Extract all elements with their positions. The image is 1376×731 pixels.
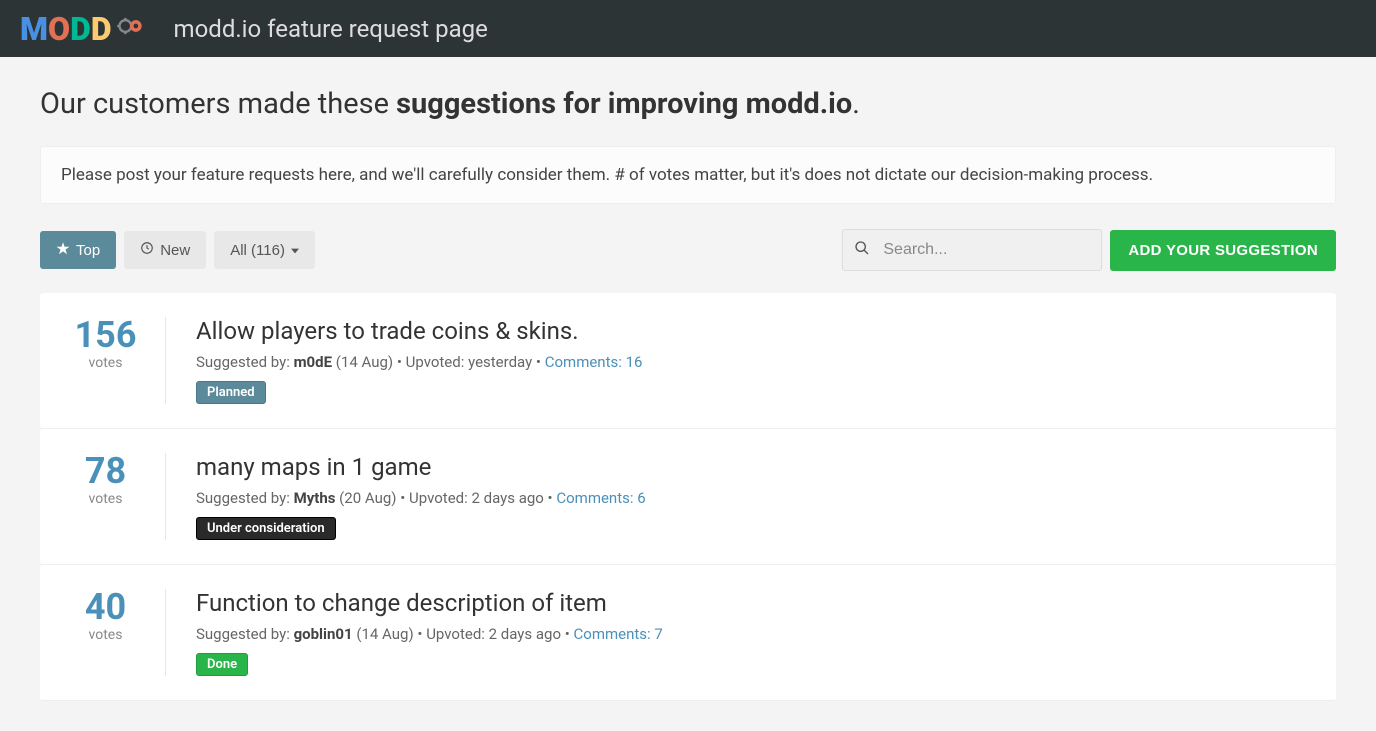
meta-sep: • — [417, 625, 426, 643]
suggestion-title[interactable]: Allow players to trade coins & skins. — [196, 317, 1310, 345]
gear-icon — [116, 10, 144, 48]
meta-comments-link[interactable]: Comments: 7 — [574, 625, 663, 643]
sort-new-button[interactable]: New — [124, 231, 206, 269]
meta-suggested-by: Suggested by: — [196, 353, 294, 371]
suggestion-body: Allow players to trade coins & skins. Su… — [196, 317, 1310, 404]
logo[interactable]: MODD — [20, 10, 144, 48]
meta-date: (14 Aug) — [332, 353, 397, 371]
suggestion-meta: Suggested by: m0dE (14 Aug) • Upvoted: y… — [196, 353, 1310, 371]
logo-letter-d1: D — [70, 10, 89, 48]
vote-count: 40 — [66, 589, 145, 625]
meta-sep: • — [565, 625, 574, 643]
description-box: Please post your feature requests here, … — [40, 146, 1336, 204]
meta-upvoted: Upvoted: 2 days ago — [426, 625, 565, 643]
headline-suffix: . — [852, 87, 860, 121]
status-badge: Planned — [196, 381, 266, 404]
suggestion-title[interactable]: many maps in 1 game — [196, 453, 1310, 481]
clock-icon — [140, 241, 154, 259]
meta-sep: • — [536, 353, 545, 371]
suggestion-title[interactable]: Function to change description of item — [196, 589, 1310, 617]
vote-count: 156 — [66, 317, 145, 353]
logo-letter-o: O — [48, 10, 68, 48]
meta-suggested-by: Suggested by: — [196, 489, 294, 507]
headline-bold: suggestions for improving modd.io — [396, 87, 852, 121]
controls-right: ADD YOUR SUGGESTION — [842, 229, 1336, 271]
vote-box[interactable]: 156 votes — [66, 317, 166, 404]
meta-author: Myths — [294, 489, 336, 507]
vote-box[interactable]: 78 votes — [66, 453, 166, 540]
search-input[interactable] — [842, 229, 1102, 271]
suggestion-card[interactable]: 78 votes many maps in 1 game Suggested b… — [40, 429, 1336, 565]
star-icon — [56, 241, 70, 259]
suggestion-card[interactable]: 40 votes Function to change description … — [40, 565, 1336, 701]
add-suggestion-button[interactable]: ADD YOUR SUGGESTION — [1110, 230, 1336, 271]
controls-left: Top New All (116) — [40, 231, 315, 269]
suggestion-list: 156 votes Allow players to trade coins &… — [40, 293, 1336, 701]
sort-top-button[interactable]: Top — [40, 231, 116, 269]
filter-all-label: All (116) — [230, 242, 285, 259]
meta-sep: • — [397, 353, 406, 371]
vote-label: votes — [66, 627, 145, 643]
meta-date: (20 Aug) — [335, 489, 400, 507]
status-badge: Done — [196, 653, 248, 676]
meta-upvoted: Upvoted: 2 days ago — [409, 489, 548, 507]
meta-sep: • — [400, 489, 409, 507]
meta-comments-link[interactable]: Comments: 16 — [545, 353, 643, 371]
vote-count: 78 — [66, 453, 145, 489]
controls-row: Top New All (116) ADD Y — [40, 229, 1336, 271]
suggestion-card[interactable]: 156 votes Allow players to trade coins &… — [40, 293, 1336, 429]
meta-author: m0dE — [294, 353, 332, 371]
meta-suggested-by: Suggested by: — [196, 625, 294, 643]
meta-date: (14 Aug) — [353, 625, 418, 643]
logo-letter-d2: D — [91, 10, 110, 48]
suggestion-meta: Suggested by: Myths (20 Aug) • Upvoted: … — [196, 489, 1310, 507]
meta-upvoted: Upvoted: yesterday — [406, 353, 536, 371]
vote-box[interactable]: 40 votes — [66, 589, 166, 676]
caret-down-icon — [291, 242, 299, 259]
headline-prefix: Our customers made these — [40, 87, 396, 121]
logo-letter-m: M — [20, 10, 46, 48]
suggestion-body: many maps in 1 game Suggested by: Myths … — [196, 453, 1310, 540]
vote-label: votes — [66, 355, 145, 371]
main-container: Our customers made these suggestions for… — [0, 57, 1376, 731]
meta-author: goblin01 — [294, 625, 353, 643]
headline: Our customers made these suggestions for… — [40, 87, 1336, 121]
suggestion-meta: Suggested by: goblin01 (14 Aug) • Upvote… — [196, 625, 1310, 643]
status-badge: Under consideration — [196, 517, 336, 540]
search-icon — [854, 240, 870, 260]
filter-all-button[interactable]: All (116) — [214, 231, 315, 269]
meta-comments-link[interactable]: Comments: 6 — [556, 489, 645, 507]
search-box — [842, 229, 1102, 271]
suggestion-body: Function to change description of item S… — [196, 589, 1310, 676]
page-title: modd.io feature request page — [174, 15, 488, 43]
topbar: MODD modd.io feature request page — [0, 0, 1376, 57]
sort-top-label: Top — [76, 242, 100, 259]
description-text: Please post your feature requests here, … — [61, 165, 1153, 185]
sort-new-label: New — [160, 242, 190, 259]
vote-label: votes — [66, 491, 145, 507]
